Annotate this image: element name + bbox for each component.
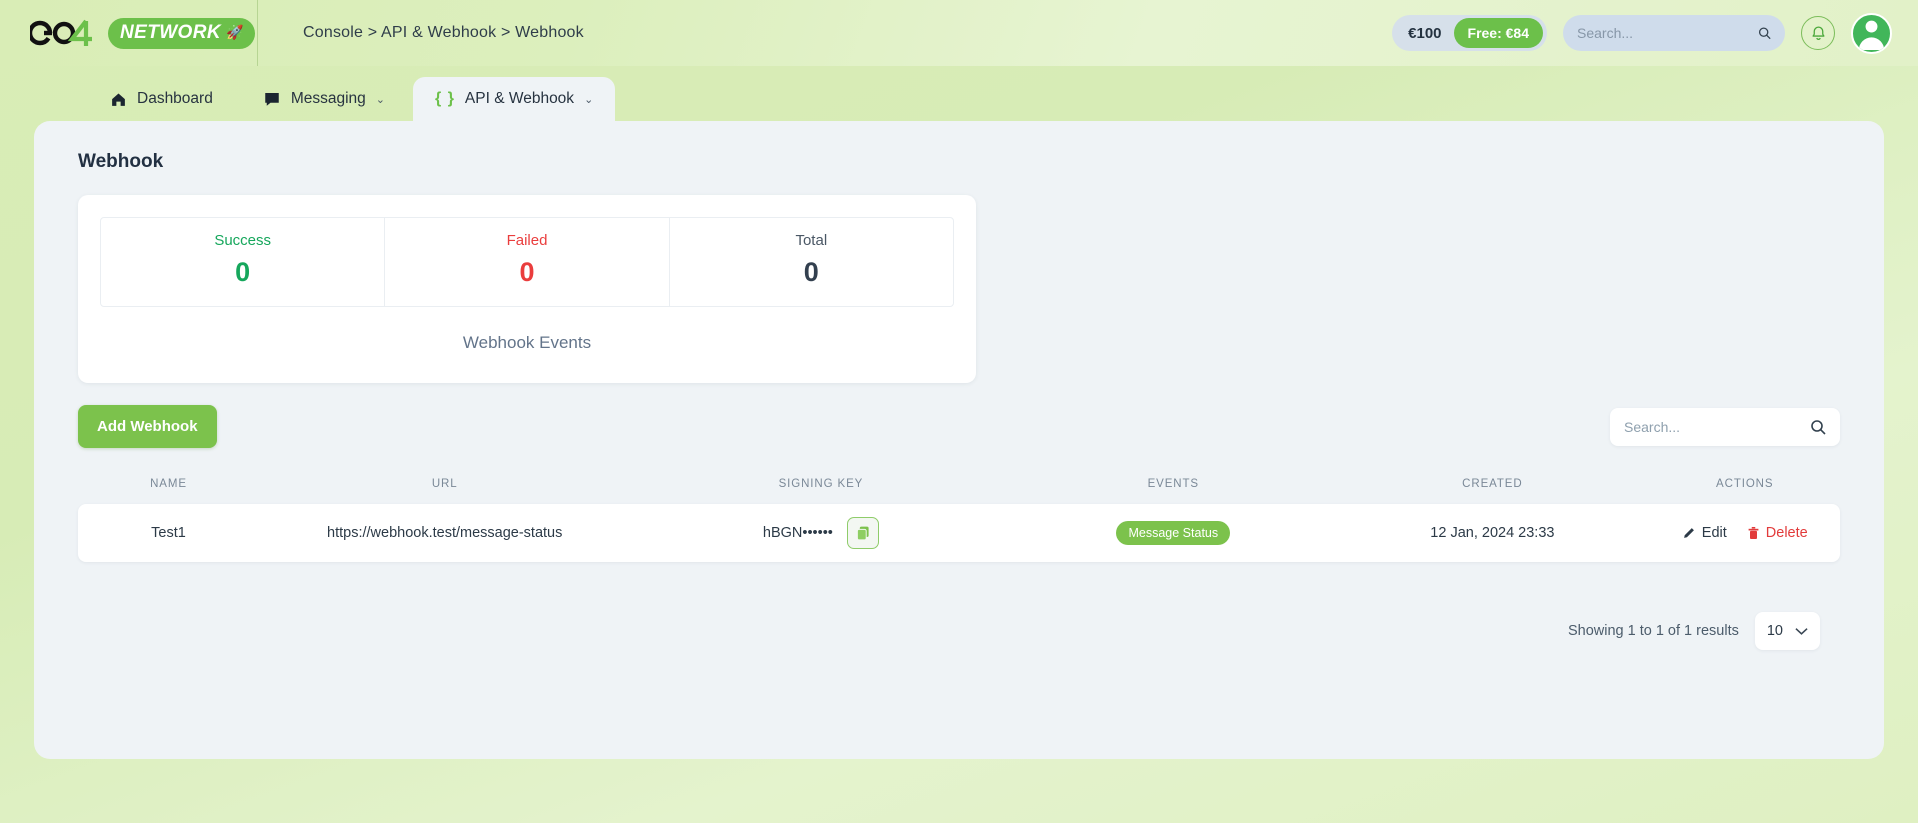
column-header-url: URL [431, 478, 458, 490]
cell-actions: Edit Delete [1650, 525, 1840, 541]
rocket-icon: 🚀 [225, 24, 244, 40]
tab-messaging-label: Messaging [290, 90, 366, 107]
balance-pill[interactable]: €100 Free: €84 [1392, 15, 1547, 51]
stat-total-label: Total [795, 232, 828, 249]
webhooks-table: NAME URL SIGNING KEY EVENTS CREATED ACTI… [78, 478, 1840, 650]
avatar[interactable] [1851, 12, 1892, 54]
signing-key-value: hBGN•••••• [762, 525, 833, 541]
home-icon [112, 92, 125, 106]
search-icon [1811, 419, 1826, 435]
column-header-name: NAME [150, 478, 187, 490]
main-nav-tabs: Dashboard Messaging ⌄ { } API & Webhook … [0, 66, 1918, 121]
column-header-created: CREATED [1462, 478, 1523, 490]
edit-button[interactable]: Edit [1682, 525, 1727, 541]
search-icon [1758, 27, 1771, 40]
tab-api-webhook[interactable]: { } API & Webhook ⌄ [413, 77, 616, 121]
cell-signing-key: hBGN•••••• [630, 517, 1011, 549]
per-page-value: 10 [1766, 623, 1783, 639]
tab-dashboard[interactable]: Dashboard [88, 77, 235, 121]
stat-success-value: 0 [235, 257, 251, 287]
cell-url: https://webhook.test/message-status [327, 525, 563, 541]
table-toolbar: Add Webhook [78, 405, 1840, 448]
chevron-down-icon [1795, 627, 1808, 635]
logo-network-text: NETWORK [120, 21, 221, 43]
results-count: Showing 1 to 1 of 1 results [1567, 623, 1739, 639]
app-logo[interactable]: NETWORK 🚀 [30, 17, 255, 49]
go4-logo-mark [30, 19, 92, 46]
user-icon [1858, 20, 1885, 50]
table-footer: Showing 1 to 1 of 1 results 10 [98, 612, 1820, 650]
table-search[interactable] [1610, 407, 1840, 446]
webhook-stats-section: Success 0 Failed 0 Total 0 Webhook Event… [78, 195, 976, 383]
cell-events: Message Status [1011, 521, 1335, 545]
delete-label: Delete [1765, 525, 1808, 541]
chevron-down-icon: ⌄ [375, 93, 386, 106]
stats-card: Success 0 Failed 0 Total 0 Webhook Event… [78, 195, 976, 383]
main-panel: Webhook Success 0 Failed 0 Total 0 Webho… [34, 121, 1884, 759]
global-search[interactable] [1563, 15, 1785, 51]
add-webhook-button[interactable]: Add Webhook [78, 405, 217, 448]
global-search-input[interactable] [1577, 25, 1758, 41]
stat-failed-value: 0 [519, 257, 535, 287]
stats-row: Success 0 Failed 0 Total 0 [100, 217, 954, 307]
logo-network-pill: NETWORK 🚀 [108, 17, 255, 49]
copy-icon [856, 526, 869, 541]
copy-key-button[interactable] [846, 517, 879, 549]
bell-icon [1811, 25, 1825, 40]
stat-failed-label: Failed [506, 232, 548, 249]
column-header-actions: ACTIONS [1716, 478, 1774, 490]
tab-messaging[interactable]: Messaging ⌄ [241, 77, 407, 121]
balance-amount: €100 [1408, 24, 1442, 42]
breadcrumb: Console > API & Webhook > Webhook [303, 24, 584, 41]
stats-caption: Webhook Events [462, 333, 592, 352]
balance-free-badge: Free: €84 [1453, 18, 1543, 48]
stat-success: Success 0 [101, 218, 386, 306]
brand-zone: NETWORK 🚀 [0, 0, 258, 66]
tab-api-webhook-label: API & Webhook [464, 90, 575, 107]
stat-total: Total 0 [670, 218, 953, 306]
chat-icon [265, 93, 279, 106]
table-header-row: NAME URL SIGNING KEY EVENTS CREATED ACTI… [78, 478, 1840, 504]
table-row[interactable]: Test1 https://webhook.test/message-statu… [78, 504, 1840, 562]
header-actions: €100 Free: €84 [1392, 12, 1918, 54]
stat-total-value: 0 [803, 257, 819, 287]
edit-label: Edit [1701, 525, 1727, 541]
column-header-signing-key: SIGNING KEY [778, 478, 864, 490]
stat-failed: Failed 0 [385, 218, 670, 306]
cell-created: 12 Jan, 2024 23:33 [1430, 525, 1555, 541]
trash-icon [1748, 526, 1759, 540]
page-title: Webhook [78, 151, 164, 172]
column-header-events: EVENTS [1147, 478, 1200, 490]
event-badge: Message Status [1116, 521, 1231, 545]
delete-button[interactable]: Delete [1747, 525, 1808, 541]
braces-icon: { } [435, 90, 455, 107]
per-page-select[interactable]: 10 [1754, 612, 1820, 650]
cell-name: Test1 [151, 525, 186, 541]
tab-dashboard-label: Dashboard [137, 90, 213, 107]
notifications-button[interactable] [1801, 16, 1835, 50]
stat-success-label: Success [214, 232, 272, 249]
chevron-down-icon: ⌄ [584, 93, 594, 106]
table-search-input[interactable] [1624, 418, 1810, 435]
top-header: NETWORK 🚀 Console > API & Webhook > Webh… [0, 0, 1918, 66]
pencil-icon [1683, 528, 1694, 538]
